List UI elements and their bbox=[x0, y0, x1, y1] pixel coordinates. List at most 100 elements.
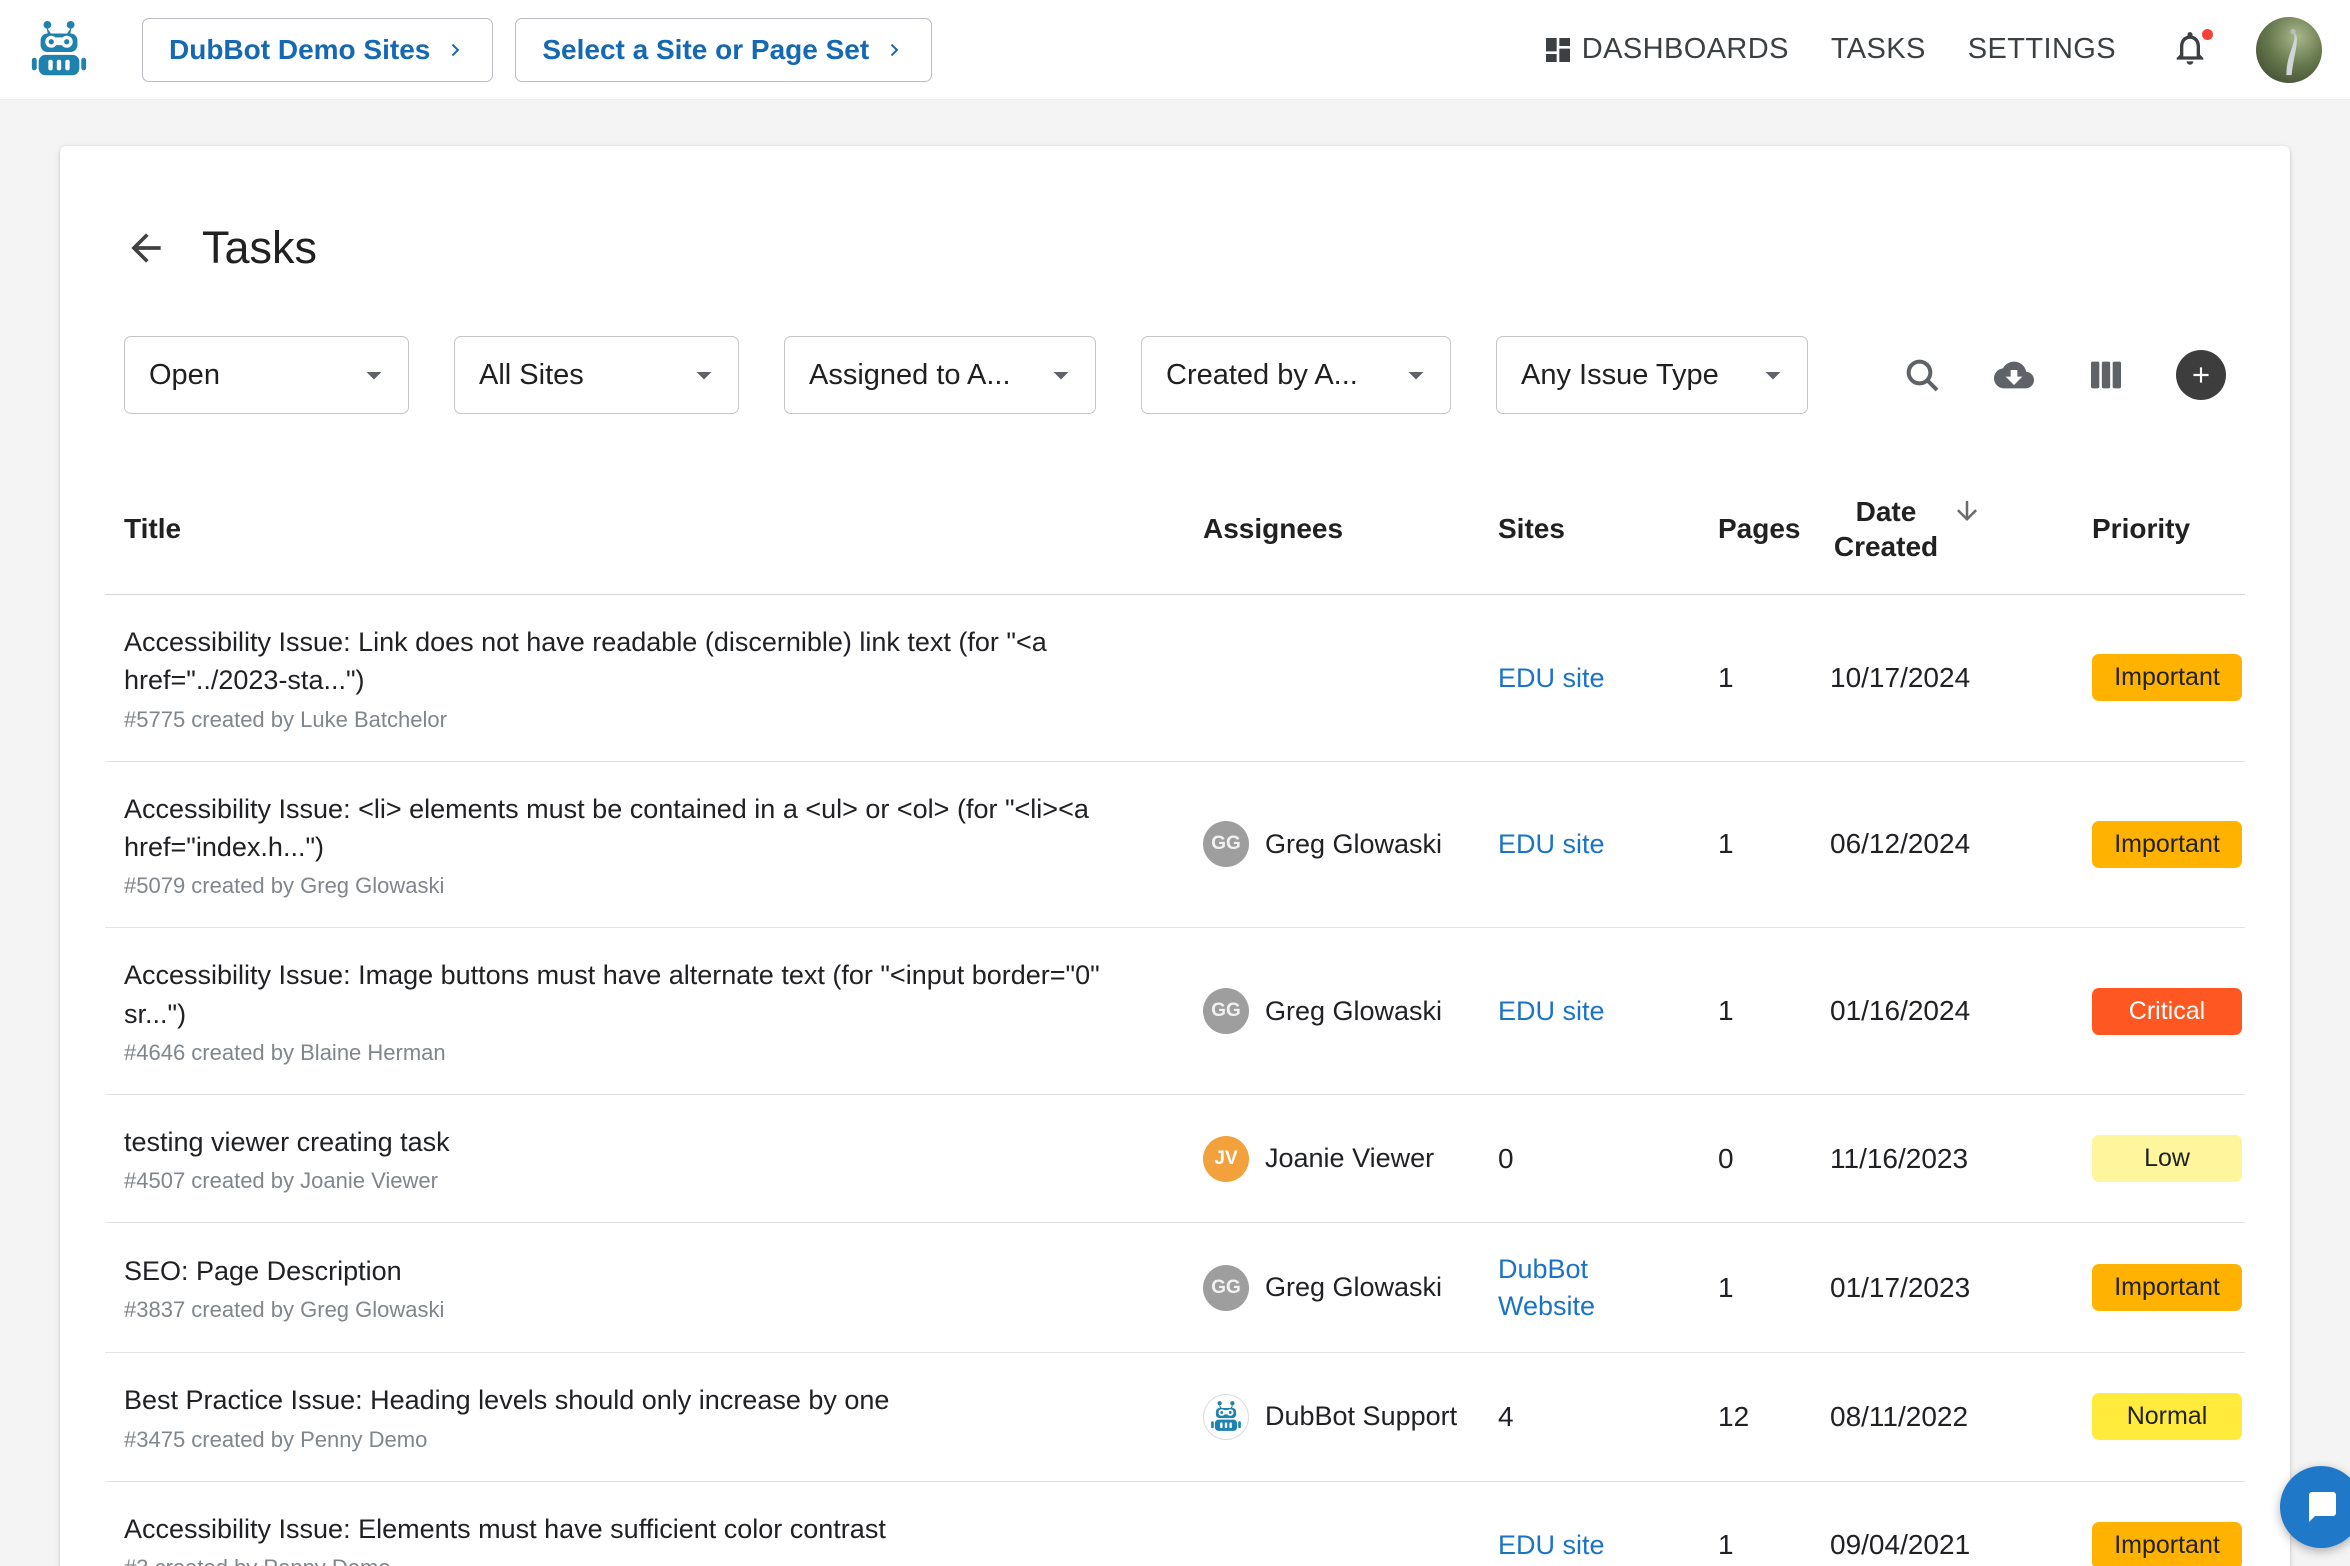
nav-settings[interactable]: SETTINGS bbox=[1968, 33, 2116, 66]
table-row[interactable]: Accessibility Issue: Elements must have … bbox=[105, 1482, 2245, 1566]
assignee-name: Greg Glowaski bbox=[1265, 1272, 1442, 1303]
priority-badge: Critical bbox=[2092, 988, 2242, 1035]
table-row[interactable]: Accessibility Issue: <li> elements must … bbox=[105, 762, 2245, 929]
sites-count: 4 bbox=[1498, 1401, 1514, 1432]
tasks-table: Title Assignees Sites Pages Date Created… bbox=[105, 468, 2245, 1566]
col-priority: Priority bbox=[2092, 513, 2245, 545]
assignee-avatar-dubbot bbox=[1203, 1394, 1249, 1440]
col-assignees: Assignees bbox=[1203, 513, 1498, 545]
date-created: 10/17/2024 bbox=[1830, 662, 2092, 694]
table-row[interactable]: testing viewer creating task #4507 creat… bbox=[105, 1095, 2245, 1223]
issue-type-filter[interactable]: Any Issue Type bbox=[1496, 336, 1808, 414]
col-title: Title bbox=[105, 513, 1203, 545]
chat-widget-button[interactable] bbox=[2280, 1466, 2350, 1548]
search-icon[interactable] bbox=[1900, 353, 1944, 397]
pages-count: 12 bbox=[1718, 1401, 1830, 1433]
issue-type-filter-value: Any Issue Type bbox=[1521, 359, 1719, 392]
task-meta: #4507 created by Joanie Viewer bbox=[124, 1168, 1203, 1194]
assignees-cell: JV Joanie Viewer bbox=[1203, 1136, 1498, 1182]
assignees-cell: GG Greg Glowaski bbox=[1203, 821, 1498, 867]
dashboard-icon bbox=[1542, 34, 1574, 66]
date-created: 01/16/2024 bbox=[1830, 995, 2092, 1027]
notification-dot bbox=[2199, 26, 2216, 43]
caret-down-icon bbox=[356, 357, 392, 393]
date-created: 11/16/2023 bbox=[1830, 1143, 2092, 1175]
page-title: Tasks bbox=[202, 222, 317, 274]
pages-count: 1 bbox=[1718, 995, 1830, 1027]
chevron-right-icon bbox=[446, 40, 466, 60]
assignee-avatar: GG bbox=[1203, 988, 1249, 1034]
date-created: 09/04/2021 bbox=[1830, 1529, 2092, 1561]
nav-tasks[interactable]: TASKS bbox=[1831, 33, 1926, 66]
assignee-avatar: GG bbox=[1203, 1265, 1249, 1311]
chat-bubble-icon bbox=[2303, 1489, 2339, 1525]
task-title: Accessibility Issue: Image buttons must … bbox=[124, 956, 1134, 1033]
task-title: SEO: Page Description bbox=[124, 1252, 1134, 1290]
assigned-filter[interactable]: Assigned to A... bbox=[784, 336, 1096, 414]
col-pages: Pages bbox=[1718, 513, 1830, 545]
assignee-name: Greg Glowaski bbox=[1265, 996, 1442, 1027]
table-row[interactable]: SEO: Page Description #3837 created by G… bbox=[105, 1223, 2245, 1353]
nav-dashboards[interactable]: DASHBOARDS bbox=[1542, 33, 1789, 66]
priority-badge: Important bbox=[2092, 1264, 2242, 1311]
col-sites: Sites bbox=[1498, 513, 1718, 545]
created-by-filter[interactable]: Created by A... bbox=[1141, 336, 1451, 414]
add-task-button[interactable] bbox=[2176, 350, 2226, 400]
user-avatar[interactable] bbox=[2256, 17, 2322, 83]
chevron-right-icon bbox=[885, 40, 905, 60]
priority-badge: Important bbox=[2092, 654, 2242, 701]
created-by-filter-value: Created by A... bbox=[1166, 359, 1358, 392]
assigned-filter-value: Assigned to A... bbox=[809, 359, 1011, 392]
download-icon[interactable] bbox=[1992, 353, 2036, 397]
plus-icon bbox=[2188, 362, 2214, 388]
nav-dashboards-label: DASHBOARDS bbox=[1582, 33, 1789, 66]
site-link[interactable]: EDU site bbox=[1498, 826, 1605, 862]
task-meta: #5775 created by Luke Batchelor bbox=[124, 707, 1203, 733]
sort-descending-icon[interactable] bbox=[1952, 496, 1982, 526]
caret-down-icon bbox=[1755, 357, 1791, 393]
dubbot-logo-icon[interactable] bbox=[28, 19, 90, 81]
table-row[interactable]: Best Practice Issue: Heading levels shou… bbox=[105, 1353, 2245, 1481]
page-heading: Tasks bbox=[60, 146, 2290, 274]
site-link[interactable]: EDU site bbox=[1498, 1527, 1605, 1563]
sites-count: 0 bbox=[1498, 1143, 1514, 1174]
pages-count: 1 bbox=[1718, 662, 1830, 694]
task-meta: #3475 created by Penny Demo bbox=[124, 1427, 1203, 1453]
site-link[interactable]: EDU site bbox=[1498, 993, 1605, 1029]
table-header: Title Assignees Sites Pages Date Created… bbox=[105, 468, 2245, 595]
task-meta: #3837 created by Greg Glowaski bbox=[124, 1297, 1203, 1323]
pages-count: 1 bbox=[1718, 1529, 1830, 1561]
pages-count: 1 bbox=[1718, 1272, 1830, 1304]
site-or-pageset-selector-label: Select a Site or Page Set bbox=[542, 34, 869, 66]
site-link[interactable]: DubBot Website bbox=[1498, 1251, 1648, 1324]
assignees-cell: DubBot Support bbox=[1203, 1394, 1498, 1440]
site-or-pageset-selector[interactable]: Select a Site or Page Set bbox=[515, 18, 932, 82]
col-date-created[interactable]: Date Created bbox=[1830, 494, 2092, 564]
assignee-name: Greg Glowaski bbox=[1265, 829, 1442, 860]
table-row[interactable]: Accessibility Issue: Link does not have … bbox=[105, 595, 2245, 762]
nav-settings-label: SETTINGS bbox=[1968, 33, 2116, 66]
date-created: 01/17/2023 bbox=[1830, 1272, 2092, 1304]
task-meta: #3 created by Penny Demo bbox=[124, 1555, 1203, 1566]
site-link[interactable]: EDU site bbox=[1498, 660, 1605, 696]
table-row[interactable]: Accessibility Issue: Image buttons must … bbox=[105, 928, 2245, 1095]
back-arrow-icon[interactable] bbox=[124, 226, 168, 270]
assignee-name: DubBot Support bbox=[1265, 1401, 1457, 1432]
sites-filter[interactable]: All Sites bbox=[454, 336, 739, 414]
columns-icon[interactable] bbox=[2084, 353, 2128, 397]
task-meta: #5079 created by Greg Glowaski bbox=[124, 873, 1203, 899]
caret-down-icon bbox=[1398, 357, 1434, 393]
top-bar: DubBot Demo Sites Select a Site or Page … bbox=[0, 0, 2350, 100]
status-filter[interactable]: Open bbox=[124, 336, 409, 414]
pages-count: 0 bbox=[1718, 1143, 1830, 1175]
robot-icon bbox=[1209, 1400, 1243, 1434]
assignees-cell: GG Greg Glowaski bbox=[1203, 988, 1498, 1034]
notifications-bell-icon[interactable] bbox=[2170, 28, 2214, 72]
task-title: Best Practice Issue: Heading levels shou… bbox=[124, 1381, 1134, 1419]
assignees-cell: GG Greg Glowaski bbox=[1203, 1265, 1498, 1311]
caret-down-icon bbox=[686, 357, 722, 393]
site-group-selector[interactable]: DubBot Demo Sites bbox=[142, 18, 493, 82]
site-group-selector-label: DubBot Demo Sites bbox=[169, 34, 430, 66]
date-created: 06/12/2024 bbox=[1830, 828, 2092, 860]
status-filter-value: Open bbox=[149, 359, 220, 392]
